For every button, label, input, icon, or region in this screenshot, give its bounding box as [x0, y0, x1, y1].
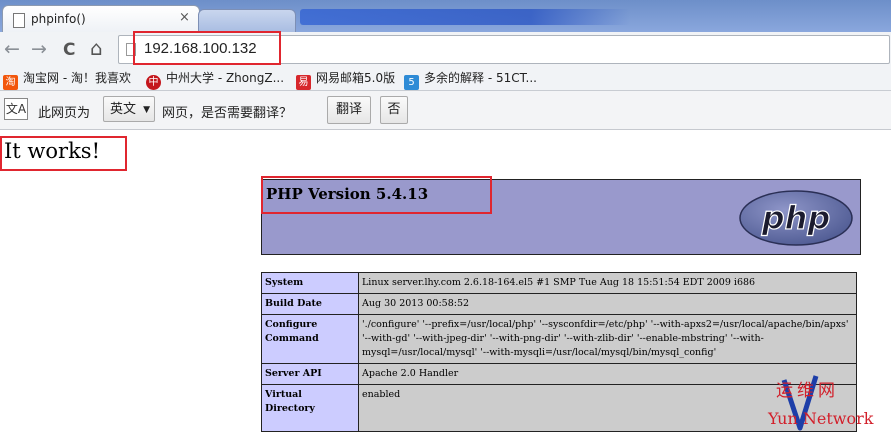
php-logo-text: php	[761, 199, 831, 237]
row-key: Server API	[261, 363, 359, 385]
translate-prompt-after: 网页，是否需要翻译？	[162, 106, 293, 121]
bookmark-label: 淘宝网 - 淘！我喜欢	[23, 71, 131, 85]
row-value: './configure' '--prefix=/usr/local/php' …	[358, 314, 857, 364]
window-title-blur	[300, 9, 630, 25]
page-icon	[13, 13, 25, 28]
translate-icon: 文A	[4, 98, 28, 120]
back-icon[interactable]: ←	[4, 38, 20, 60]
bookmark-label: 中州大学 - ZhongZ...	[166, 71, 285, 85]
watermark-logo: 运维网 Yun Network	[764, 372, 891, 435]
bookmarks-bar: 淘淘宝网 - 淘！我喜欢 中中州大学 - ZhongZ... 易网易邮箱5.0版…	[0, 66, 891, 91]
php-version-title: PHP Version 5.4.13	[266, 185, 429, 203]
reload-icon[interactable]: C	[63, 39, 75, 61]
zhongzhou-university-icon: 中	[146, 75, 161, 90]
table-row: System Linux server.lhy.com 2.6.18-164.e…	[261, 272, 857, 294]
no-translate-button[interactable]: 否	[380, 96, 408, 124]
taobao-icon: 淘	[3, 75, 18, 90]
row-key: System	[261, 272, 359, 294]
bookmark-item[interactable]: 中中州大学 - ZhongZ...	[146, 69, 285, 90]
php-logo-icon: php	[739, 190, 853, 246]
bookmark-label: 多余的解释 - 51CT...	[424, 71, 537, 85]
bookmark-item[interactable]: 淘淘宝网 - 淘！我喜欢	[3, 69, 131, 90]
language-select[interactable]: 英文 ▼	[103, 96, 155, 122]
tab-phpinfo[interactable]: phpinfo() ×	[2, 5, 200, 33]
row-key: Build Date	[261, 293, 359, 315]
new-tab-button[interactable]	[198, 9, 296, 32]
tab-title: phpinfo()	[31, 12, 86, 26]
row-key: Configure Command	[261, 314, 359, 364]
row-value: Aug 30 2013 00:58:52	[358, 293, 857, 315]
toolbar: ← → C ⌂ 192.168.100.132	[0, 32, 891, 67]
51cto-icon: 5	[404, 75, 419, 90]
bookmark-item[interactable]: 易网易邮箱5.0版	[296, 69, 396, 90]
tab-strip: phpinfo() ×	[0, 0, 891, 33]
watermark-cn-text: 运维网	[776, 381, 839, 401]
table-row: Build Date Aug 30 2013 00:58:52	[261, 293, 857, 315]
bookmark-item[interactable]: 5 多余的解释 - 51CT...	[404, 69, 537, 90]
address-bar[interactable]: 192.168.100.132	[118, 35, 890, 64]
forward-icon[interactable]: →	[31, 38, 47, 60]
close-icon[interactable]: ×	[179, 10, 190, 25]
it-works-text: It works!	[4, 139, 101, 163]
url-text: 192.168.100.132	[144, 40, 257, 57]
row-value: Linux server.lhy.com 2.6.18-164.el5 #1 S…	[358, 272, 857, 294]
chevron-down-icon: ▼	[143, 105, 150, 115]
translate-bar: 文A 此网页为 英文 ▼ 网页，是否需要翻译？ 翻译 否	[0, 91, 891, 130]
table-row: Configure Command './configure' '--prefi…	[261, 314, 857, 364]
watermark-en-text: Yun Network	[768, 409, 874, 428]
language-label: 英文	[110, 102, 137, 117]
translate-prompt-before: 此网页为	[38, 106, 91, 121]
translate-button[interactable]: 翻译	[327, 96, 371, 124]
row-key: Virtual Directory	[261, 384, 359, 432]
page-icon	[126, 43, 136, 56]
home-icon[interactable]: ⌂	[90, 37, 103, 59]
netease-mail-icon: 易	[296, 75, 311, 90]
bookmark-label: 网易邮箱5.0版	[316, 71, 396, 85]
php-header: PHP Version 5.4.13 php	[261, 179, 861, 255]
